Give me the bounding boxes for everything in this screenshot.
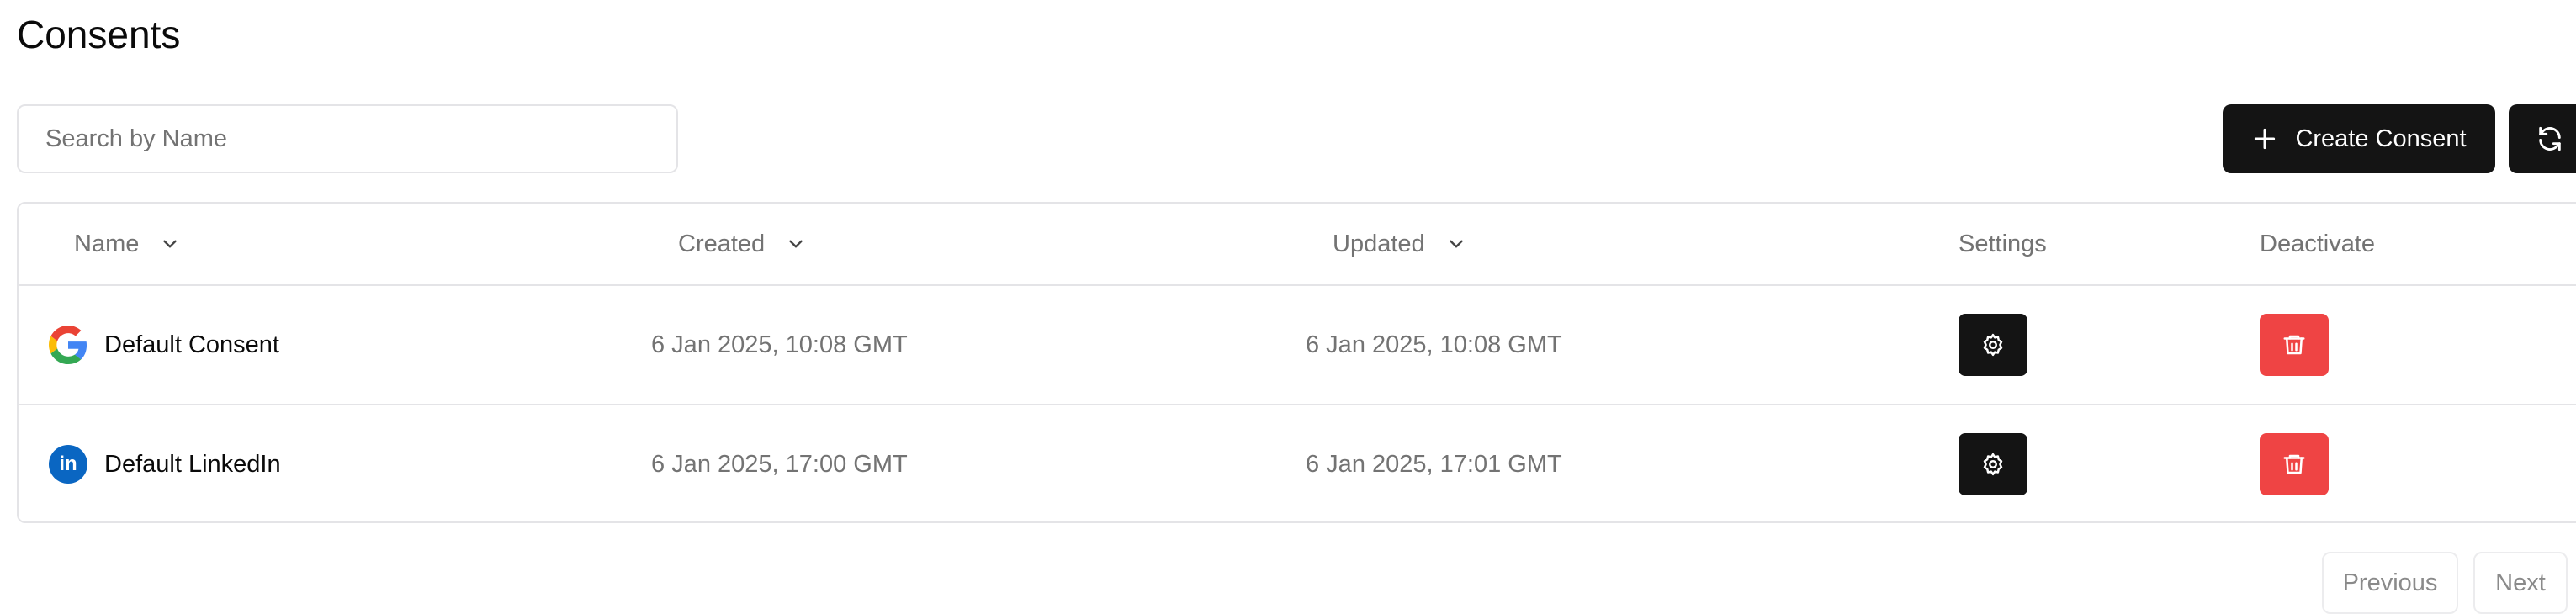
next-page-button[interactable]: Next [2473,552,2568,614]
consents-table: Name Created Updated Settings Deactivate [17,202,2576,523]
table-row: in Default LinkedIn 6 Jan 2025, 17:00 GM… [19,405,2576,521]
trash-icon [2283,454,2305,474]
refresh-button[interactable] [2509,104,2576,173]
refresh-icon [2539,126,2561,151]
column-label-deactivate: Deactivate [2260,230,2376,257]
create-consent-button[interactable]: Create Consent [2223,104,2495,173]
settings-button[interactable] [1959,433,2027,495]
column-header-settings: Settings [1959,204,2047,284]
plus-icon [2255,128,2276,150]
column-label-name: Name [74,230,140,257]
chevron-down-icon [1449,240,1463,248]
settings-button[interactable] [1959,314,2027,376]
table-row: Default Consent 6 Jan 2025, 10:08 GMT 6 … [19,286,2576,405]
updated-cell: 6 Jan 2025, 10:08 GMT [1306,331,1562,358]
settings-cell [1959,405,2027,521]
trash-icon [2283,335,2305,355]
consent-name: Default Consent [104,331,279,358]
page-title: Consents [17,13,181,56]
table-header: Name Created Updated Settings Deactivate [19,204,2576,286]
chevron-down-icon [789,240,803,248]
linkedin-icon: in [49,445,87,484]
previous-page-button[interactable]: Previous [2322,552,2458,614]
name-cell: Default Consent [49,286,279,404]
column-header-updated[interactable]: Updated [1333,204,1467,284]
gear-icon [1983,333,2003,357]
settings-cell [1959,286,2027,404]
gear-icon [1983,453,2003,476]
deactivate-cell [2260,405,2329,521]
create-consent-label: Create Consent [2295,124,2467,152]
deactivate-button[interactable] [2260,314,2329,376]
name-cell: in Default LinkedIn [49,405,281,521]
column-header-deactivate: Deactivate [2260,204,2375,284]
updated-cell: 6 Jan 2025, 17:01 GMT [1306,450,1562,478]
deactivate-button[interactable] [2260,433,2329,495]
consent-name: Default LinkedIn [104,450,281,478]
search-field[interactable] [17,104,678,173]
column-header-name[interactable]: Name [74,204,181,284]
column-label-settings: Settings [1959,230,2047,257]
column-label-updated: Updated [1333,230,1425,257]
column-label-created: Created [678,230,766,257]
column-header-created[interactable]: Created [678,204,807,284]
created-cell: 6 Jan 2025, 17:00 GMT [651,450,908,478]
deactivate-cell [2260,286,2329,404]
google-icon [49,326,87,364]
search-input[interactable] [45,124,676,153]
chevron-down-icon [163,240,178,248]
created-cell: 6 Jan 2025, 10:08 GMT [651,331,908,358]
